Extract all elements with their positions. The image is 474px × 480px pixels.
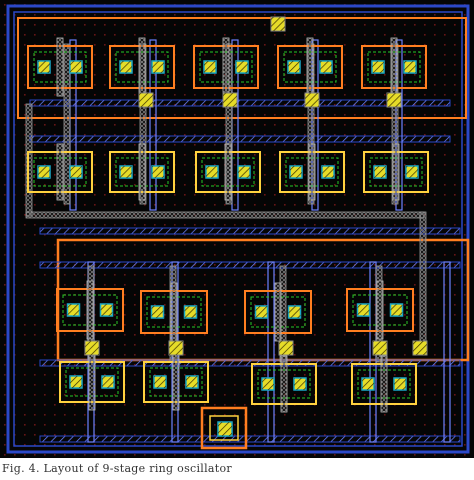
hatched-square-icon bbox=[204, 61, 216, 73]
hatched-square-icon bbox=[70, 61, 82, 73]
hatched-square-icon bbox=[238, 166, 250, 178]
crosshatch-cell-icon bbox=[139, 93, 153, 107]
crosshatch-cell-icon bbox=[413, 341, 427, 355]
hatched-square-icon bbox=[70, 166, 82, 178]
hatched-square-icon bbox=[406, 166, 418, 178]
hatched-square-icon bbox=[206, 166, 218, 178]
hatched-square-icon bbox=[152, 166, 164, 178]
hatched-square-icon bbox=[288, 61, 300, 73]
stage-nmos-gate bbox=[172, 353, 180, 411]
crosshatch-cell-icon bbox=[373, 341, 387, 355]
poly-wire bbox=[25, 211, 425, 219]
hatched-square-icon bbox=[70, 376, 82, 388]
stage-nmos-gate bbox=[56, 143, 64, 201]
hatched-square-icon bbox=[186, 376, 198, 388]
stage-pmos-gate bbox=[306, 37, 314, 97]
metal-rail bbox=[39, 261, 461, 269]
hatched-square-icon bbox=[262, 378, 274, 390]
stage-pmos-gate bbox=[138, 37, 146, 97]
crosshatch-cell-icon bbox=[169, 341, 183, 355]
metal-rail bbox=[39, 435, 461, 443]
stage-nmos-gate bbox=[280, 355, 288, 413]
stage-pmos-gate bbox=[56, 37, 64, 97]
hatched-square-icon bbox=[290, 166, 302, 178]
hatched-square-icon bbox=[100, 304, 113, 316]
metal-rail bbox=[29, 135, 451, 143]
hatched-square-icon bbox=[255, 306, 268, 318]
hatched-square-icon bbox=[184, 306, 197, 318]
hatched-square-icon bbox=[372, 61, 384, 73]
layout-diagram bbox=[0, 0, 474, 458]
hatched-square-icon bbox=[404, 61, 416, 73]
stage-nmos-gate bbox=[380, 355, 388, 413]
stage-pmos-gate bbox=[170, 282, 178, 342]
hatched-square-icon bbox=[294, 378, 306, 390]
crosshatch-cell-icon bbox=[387, 93, 401, 107]
hatched-square-icon bbox=[102, 376, 114, 388]
stage-nmos-gate bbox=[224, 143, 232, 201]
hatched-square-icon bbox=[394, 378, 406, 390]
stage-pmos-gate bbox=[376, 280, 384, 340]
figure-caption: Fig. 4. Layout of 9-stage ring oscillato… bbox=[2, 462, 232, 475]
hatched-square-icon bbox=[67, 304, 80, 316]
crosshatch-cell-icon bbox=[305, 93, 319, 107]
stage-pmos-gate bbox=[86, 280, 94, 340]
hatched-square-icon bbox=[120, 166, 132, 178]
hatched-square-icon bbox=[152, 61, 164, 73]
stage-nmos-gate bbox=[308, 143, 316, 201]
hatched-square-icon bbox=[120, 61, 132, 73]
metal-rail bbox=[39, 227, 461, 235]
stage-nmos-gate bbox=[88, 353, 96, 411]
hatched-square-icon bbox=[218, 422, 232, 436]
hatched-square-icon bbox=[362, 378, 374, 390]
hatched-square-icon bbox=[322, 166, 334, 178]
stage-pmos-gate bbox=[274, 282, 282, 342]
stage-nmos-gate bbox=[138, 143, 146, 201]
hatched-square-icon bbox=[236, 61, 248, 73]
stage-nmos-gate bbox=[392, 143, 400, 201]
crosshatch-cell-icon bbox=[223, 93, 237, 107]
crosshatch-cell-icon bbox=[271, 17, 285, 31]
hatched-square-icon bbox=[390, 304, 403, 316]
hatched-square-icon bbox=[38, 61, 50, 73]
hatched-square-icon bbox=[357, 304, 370, 316]
hatched-square-icon bbox=[374, 166, 386, 178]
crosshatch-cell-icon bbox=[85, 341, 99, 355]
hatched-square-icon bbox=[154, 376, 166, 388]
hatched-square-icon bbox=[38, 166, 50, 178]
poly-wire bbox=[63, 43, 71, 205]
hatched-square-icon bbox=[320, 61, 332, 73]
crosshatch-cell-icon bbox=[279, 341, 293, 355]
poly-wire bbox=[419, 211, 427, 353]
hatched-square-icon bbox=[151, 306, 164, 318]
hatched-square-icon bbox=[288, 306, 301, 318]
layout-figure: Fig. 4. Layout of 9-stage ring oscillato… bbox=[0, 0, 474, 476]
stage-pmos-gate bbox=[222, 37, 230, 97]
stage-pmos-gate bbox=[390, 37, 398, 97]
